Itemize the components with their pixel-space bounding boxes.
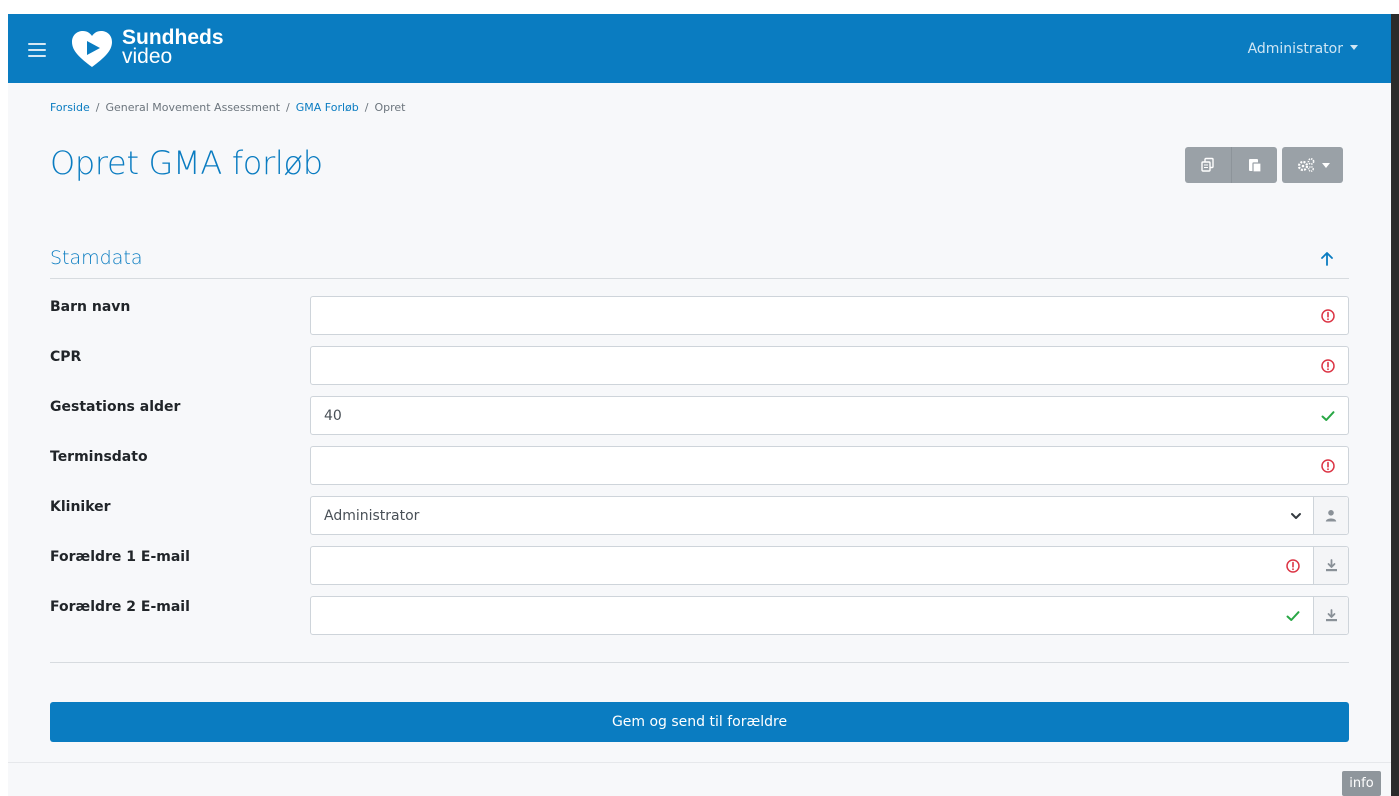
copy-icon: [1201, 157, 1214, 172]
user-menu[interactable]: Administrator: [1248, 41, 1358, 57]
save-and-send-button[interactable]: Gem og send til forældre: [50, 702, 1349, 742]
foraeldre-1-email-input[interactable]: [310, 546, 1349, 585]
kliniker-select[interactable]: Administrator: [310, 496, 1349, 535]
label-cpr: CPR: [50, 349, 82, 365]
breadcrumb-opret: Opret: [374, 101, 406, 114]
user-icon: [1325, 510, 1337, 522]
label-barn-navn: Barn navn: [50, 299, 131, 315]
navbar: Sundheds video Administrator: [8, 14, 1391, 83]
check-icon: [1321, 411, 1335, 421]
download-icon: [1325, 559, 1337, 572]
caret-down-icon: [1350, 44, 1358, 50]
foraeldre-1-import-addon[interactable]: [1313, 547, 1348, 584]
chevron-down-icon: [1291, 513, 1301, 519]
section-title: Stamdata: [50, 247, 143, 269]
logo-line-2: video: [122, 45, 173, 68]
info-badge[interactable]: info: [1342, 771, 1381, 796]
gestations-alder-value: 40: [324, 408, 342, 424]
app-root: Sundheds video Administrator Forside / Gen…: [8, 14, 1391, 796]
label-kliniker: Kliniker: [50, 499, 111, 515]
label-gestations-alder: Gestations alder: [50, 399, 181, 415]
alert-circle-icon: [1286, 559, 1300, 573]
foraeldre-2-import-addon[interactable]: [1313, 597, 1348, 634]
logo-text: Sundheds video: [122, 27, 224, 68]
label-foraeldre-1-email: Forældre 1 E-mail: [50, 549, 190, 565]
footer-divider: [8, 762, 1391, 763]
label-terminsdato: Terminsdato: [50, 449, 148, 465]
alert-circle-icon: [1321, 309, 1335, 323]
copy-paste-group: [1185, 147, 1277, 183]
heart-play-logo-icon: [72, 31, 112, 67]
breadcrumb-gma: General Movement Assessment: [105, 101, 281, 114]
terminsdato-input[interactable]: [310, 446, 1349, 485]
paste-icon: [1248, 159, 1262, 173]
window-top-strip: [0, 0, 1399, 14]
breadcrumb-gma-forloeb[interactable]: GMA Forløb: [296, 101, 359, 114]
cpr-input[interactable]: [310, 346, 1349, 385]
download-icon: [1325, 609, 1337, 622]
cogs-icon: [1297, 158, 1314, 172]
form-divider: [50, 662, 1349, 663]
alert-circle-icon: [1321, 459, 1335, 473]
user-menu-label: Administrator: [1247, 41, 1343, 57]
caret-down-icon: [1321, 162, 1330, 168]
barn-navn-input[interactable]: [310, 296, 1349, 335]
breadcrumb-forside[interactable]: Forside: [50, 101, 90, 114]
check-icon: [1286, 611, 1300, 621]
paste-button[interactable]: [1231, 147, 1277, 183]
breadcrumb: Forside / General Movement Assessment / GMA …: [50, 101, 406, 114]
logo[interactable]: Sundheds video: [70, 27, 230, 70]
alert-circle-icon: [1321, 359, 1335, 373]
menu-toggle-icon[interactable]: [28, 43, 46, 57]
kliniker-user-addon[interactable]: [1313, 497, 1348, 534]
label-foraeldre-2-email: Forældre 2 E-mail: [50, 599, 190, 615]
window-right-edge: [1391, 14, 1399, 796]
kliniker-selected-value: Administrator: [324, 508, 420, 524]
section-divider: [50, 278, 1349, 279]
page-title: Opret GMA forløb: [50, 144, 323, 182]
settings-dropdown-button[interactable]: [1282, 147, 1343, 183]
arrow-up-icon[interactable]: [1318, 250, 1336, 268]
copy-button[interactable]: [1185, 147, 1231, 183]
gestations-alder-input[interactable]: 40: [310, 396, 1349, 435]
foraeldre-2-email-input[interactable]: [310, 596, 1349, 635]
